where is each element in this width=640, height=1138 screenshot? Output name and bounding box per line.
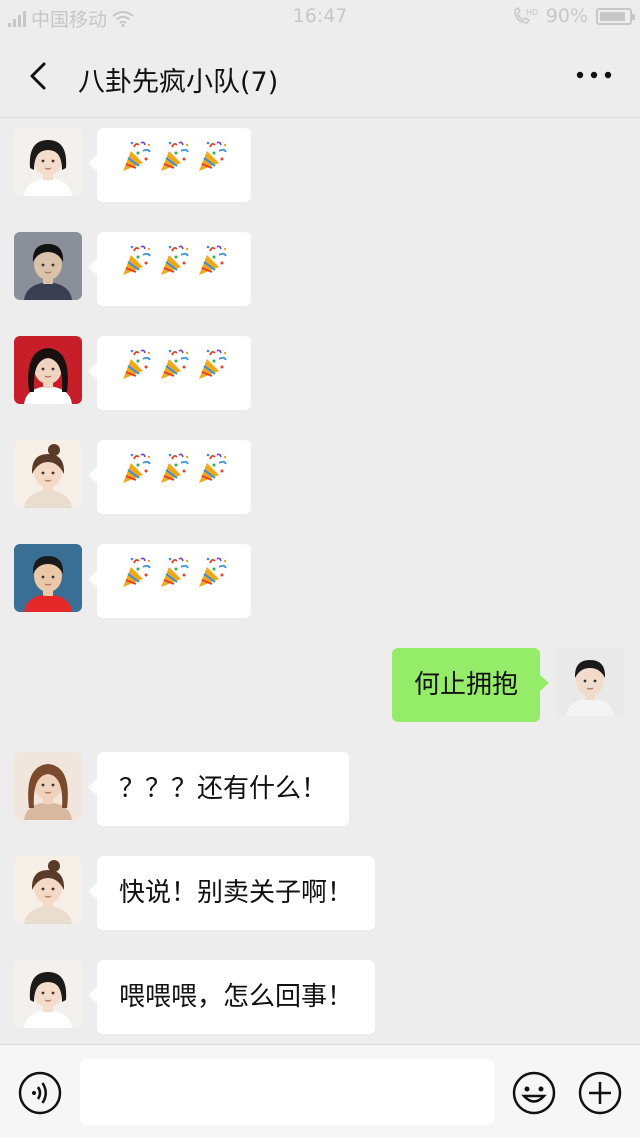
chat-title: 八卦先疯小队(7) [78, 67, 279, 98]
message-text: 喂喂喂，怎么回事！ [119, 982, 354, 1012]
message-row [0, 232, 640, 306]
incoming-message-bubble[interactable] [88, 336, 251, 410]
avatar-girl-bob[interactable] [14, 960, 82, 1028]
party-popper-icon [157, 336, 191, 410]
message-input[interactable] [80, 1059, 494, 1125]
party-popper-icon [195, 232, 229, 306]
party-popper-icon [195, 128, 229, 202]
party-popper-icon [157, 128, 191, 202]
phone-hd-icon: HD [514, 6, 538, 24]
party-popper-icon [195, 440, 229, 514]
network-label: HD [526, 8, 538, 17]
party-popper-icon [119, 336, 153, 410]
incoming-message-bubble[interactable]: 喂喂喂，怎么回事！ [87, 960, 376, 1034]
message-row [0, 544, 640, 618]
message-text: ？？？还有什么！ [119, 774, 328, 804]
message-row [0, 128, 640, 202]
avatar-woman-red[interactable] [14, 336, 82, 404]
avatar-man-dark[interactable] [14, 232, 82, 300]
plus-icon[interactable] [578, 1071, 622, 1115]
party-popper-icon [119, 232, 153, 306]
emoji-row [119, 336, 229, 410]
status-bar: 中国移动 16:47 HD 90% [0, 0, 640, 34]
message-text: 何止拥抱 [413, 670, 518, 700]
incoming-message-bubble[interactable] [88, 232, 251, 306]
emoji-row [119, 440, 229, 514]
avatar-boy-red[interactable] [14, 544, 82, 612]
status-right: HD 90% [512, 5, 635, 27]
emoji-row [119, 544, 229, 618]
emoji-row [119, 232, 229, 306]
party-popper-icon [119, 440, 153, 514]
incoming-message-bubble[interactable] [88, 544, 251, 618]
outgoing-message-bubble[interactable]: 何止拥抱 [391, 648, 550, 722]
message-row: 何止拥抱 [0, 648, 640, 722]
avatar-woman-wavy[interactable] [14, 752, 82, 820]
party-popper-icon [195, 544, 229, 618]
message-text: 快说！别卖关子啊！ [119, 878, 354, 908]
party-popper-icon [157, 232, 191, 306]
message-row: 喂喂喂，怎么回事！ [0, 960, 640, 1034]
emoji-row [119, 128, 229, 202]
incoming-message-bubble[interactable] [88, 128, 251, 202]
party-popper-icon [119, 544, 153, 618]
more-dots-icon[interactable] [574, 62, 614, 88]
avatar-self-boy[interactable] [556, 648, 624, 716]
smile-icon[interactable] [512, 1071, 556, 1115]
message-row: 快说！别卖关子啊！ [0, 856, 640, 930]
message-row [0, 440, 640, 514]
avatar-girl-bun[interactable] [14, 440, 82, 508]
incoming-message-bubble[interactable]: ？？？还有什么！ [87, 752, 350, 826]
chevron-left-icon[interactable] [22, 58, 58, 94]
battery-icon [596, 7, 635, 25]
party-popper-icon [157, 440, 191, 514]
battery-label: 90% [545, 5, 588, 27]
message-row [0, 336, 640, 410]
chat-header: 八卦先疯小队(7) [0, 34, 640, 118]
party-popper-icon [157, 544, 191, 618]
incoming-message-bubble[interactable]: 快说！别卖关子啊！ [87, 856, 376, 930]
avatar-girl-bun[interactable] [14, 856, 82, 924]
avatar-girl-bob[interactable] [14, 128, 82, 196]
party-popper-icon [119, 128, 153, 202]
party-popper-icon [195, 336, 229, 410]
input-bar [0, 1044, 640, 1138]
voice-icon[interactable] [18, 1071, 62, 1115]
incoming-message-bubble[interactable] [88, 440, 251, 514]
message-row: ？？？还有什么！ [0, 752, 640, 826]
